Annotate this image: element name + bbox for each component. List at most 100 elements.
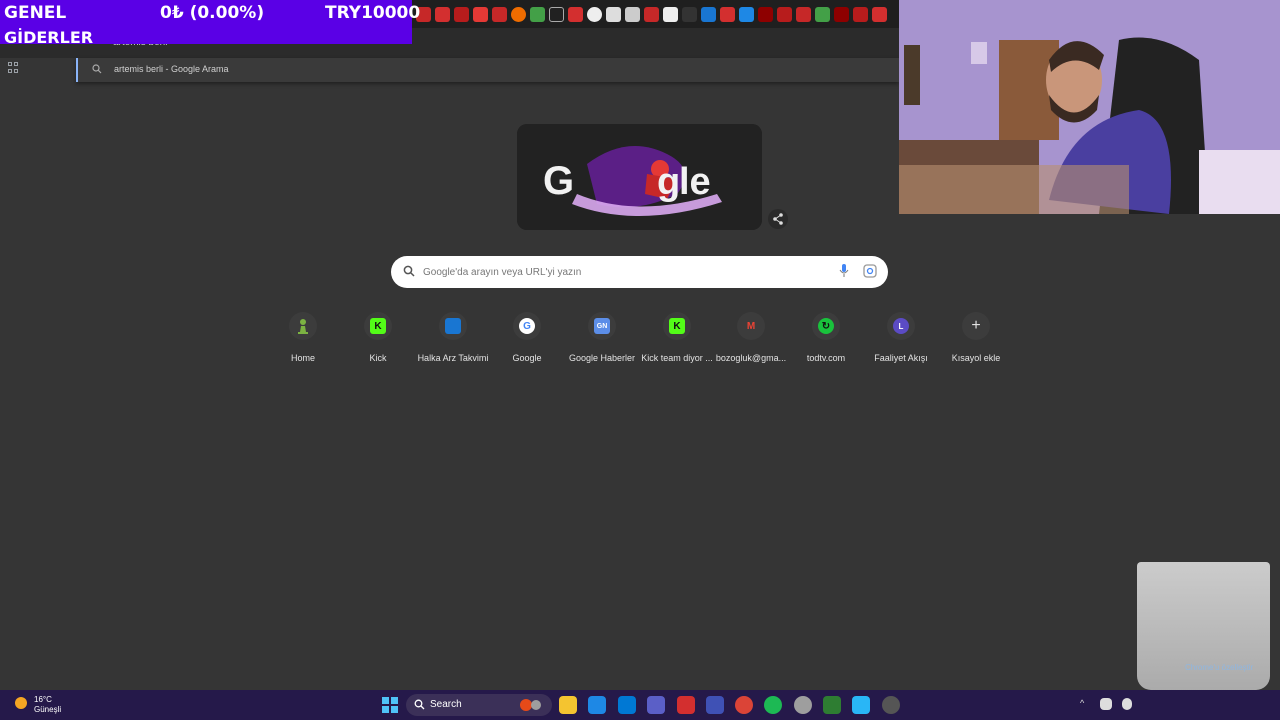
weather-condition: Güneşli <box>34 705 62 714</box>
shortcut-label: Kick <box>369 353 387 363</box>
tab-favicon[interactable] <box>796 6 811 22</box>
tab-strip <box>412 0 899 28</box>
kick-icon: K <box>364 312 392 340</box>
settings-icon[interactable] <box>794 696 812 714</box>
stream-expense-overlay: GENEL GİDERLER 0₺ (0.00%) TRY10000 <box>0 0 420 47</box>
doodle-image: G le g <box>517 124 762 230</box>
shortcut-faaliyet[interactable]: L Faaliyet Akışı <box>865 312 937 368</box>
search-box[interactable] <box>391 256 888 288</box>
tab-favicon[interactable] <box>587 6 602 22</box>
tray-mic-icon[interactable] <box>1122 698 1132 710</box>
gmail-icon: M <box>737 312 765 340</box>
shortcut-gmail[interactable]: M bozogluk@gma... <box>715 312 787 368</box>
shortcut-halka-arz[interactable]: Halka Arz Takvimi <box>417 312 489 368</box>
tod-icon: ↻ <box>812 312 840 340</box>
apps-grid-icon[interactable] <box>8 62 19 73</box>
taskbar-search-label: Search <box>430 699 462 710</box>
tab-favicon[interactable] <box>549 6 564 22</box>
spotify-icon[interactable] <box>764 696 782 714</box>
svg-text:le: le <box>679 161 711 203</box>
tab-favicon[interactable] <box>872 6 887 22</box>
tab-favicon[interactable] <box>777 6 792 22</box>
tab-favicon[interactable] <box>492 6 507 22</box>
app-icon[interactable] <box>588 696 606 714</box>
tab-favicon[interactable] <box>435 6 450 22</box>
doodle-share-button[interactable] <box>768 209 788 229</box>
app-icon[interactable] <box>882 696 900 714</box>
search-icon <box>403 265 415 277</box>
shortcut-label: Halka Arz Takvimi <box>417 353 489 363</box>
tab-favicon[interactable] <box>454 6 469 22</box>
app-icon[interactable] <box>706 696 724 714</box>
calendar-icon <box>439 312 467 340</box>
tab-favicon[interactable] <box>625 6 640 22</box>
tab-favicon[interactable] <box>473 6 488 22</box>
tab-favicon[interactable] <box>720 6 735 22</box>
tab-favicon[interactable] <box>739 6 754 22</box>
customize-chrome-link[interactable]: Chrome'u özelleştir <box>1185 663 1253 672</box>
tray-chevron-icon[interactable]: ^ <box>1080 698 1084 708</box>
sun-icon <box>15 697 27 709</box>
chrome-icon[interactable] <box>735 696 753 714</box>
file-explorer-icon[interactable] <box>559 696 577 714</box>
overlay-title-line1: GENEL <box>4 3 67 23</box>
tab-favicon[interactable] <box>663 6 678 22</box>
tab-favicon[interactable] <box>606 6 621 22</box>
tab-favicon[interactable] <box>815 6 830 22</box>
letter-l-icon: L <box>887 312 915 340</box>
shortcut-todtv[interactable]: ↻ todtv.com <box>790 312 862 368</box>
weather-widget[interactable]: 16°C Güneşli <box>12 694 61 717</box>
shortcut-label: Faaliyet Akışı <box>874 353 928 363</box>
tab-favicon[interactable] <box>682 6 697 22</box>
windows-taskbar: 16°C Güneşli Search ^ <box>0 690 1280 720</box>
shortcut-kick-team[interactable]: K Kick team diyor ... <box>641 312 713 368</box>
weather-temperature: 16°C <box>34 695 52 704</box>
add-shortcut-button[interactable]: + Kısayol ekle <box>940 312 1012 368</box>
shortcut-label: Kısayol ekle <box>951 353 1001 363</box>
overlay-target: TRY10000 <box>325 3 421 23</box>
google-icon: G <box>513 312 541 340</box>
shortcut-label: Google <box>512 353 542 363</box>
news-icon: GN <box>588 312 616 340</box>
taskbar-search[interactable]: Search <box>406 694 552 716</box>
omnibox-suggestion[interactable]: artemis berli - Google Arama <box>76 58 899 82</box>
tab-favicon[interactable] <box>511 6 526 22</box>
mail-icon[interactable] <box>618 696 636 714</box>
google-doodle[interactable]: G le g <box>517 124 762 230</box>
app-icon[interactable] <box>677 696 695 714</box>
microphone-icon[interactable] <box>839 264 849 278</box>
tab-favicon[interactable] <box>530 6 545 22</box>
google-lens-icon[interactable] <box>863 264 877 278</box>
tab-favicon[interactable] <box>834 6 849 22</box>
tab-favicon[interactable] <box>701 6 716 22</box>
teams-icon[interactable] <box>647 696 665 714</box>
shortcut-google-news[interactable]: GN Google Haberler <box>566 312 638 368</box>
search-icon <box>92 64 102 74</box>
search-highlight-icon <box>520 699 541 711</box>
windows-start-icon[interactable] <box>381 696 399 714</box>
svg-text:G: G <box>543 159 574 203</box>
overlay-balance: 0₺ (0.00%) <box>160 3 265 23</box>
shortcut-home[interactable]: Home <box>267 312 339 368</box>
tray-app-icon[interactable] <box>1100 698 1112 710</box>
app-icon[interactable] <box>823 696 841 714</box>
kick-icon: K <box>663 312 691 340</box>
webcam-overlay <box>899 0 1280 214</box>
suggestion-text: artemis berli - Google Arama <box>114 64 229 74</box>
search-input[interactable] <box>423 262 823 282</box>
app-icon[interactable] <box>852 696 870 714</box>
plus-icon: + <box>962 312 990 340</box>
tab-favicon[interactable] <box>644 6 659 22</box>
shortcut-label: Google Haberler <box>568 353 636 363</box>
shortcut-label: Kick team diyor ... <box>641 353 713 363</box>
shortcut-kick[interactable]: K Kick <box>342 312 414 368</box>
shortcut-label: bozogluk@gma... <box>715 353 787 363</box>
share-icon <box>773 213 783 225</box>
tab-favicon[interactable] <box>758 6 773 22</box>
tab-favicon[interactable] <box>853 6 868 22</box>
svg-text:g: g <box>657 161 680 203</box>
tab-favicon[interactable] <box>568 6 583 22</box>
shortcut-google[interactable]: G Google <box>491 312 563 368</box>
shortcut-label: todtv.com <box>806 353 846 363</box>
chess-pawn-icon <box>289 312 317 340</box>
